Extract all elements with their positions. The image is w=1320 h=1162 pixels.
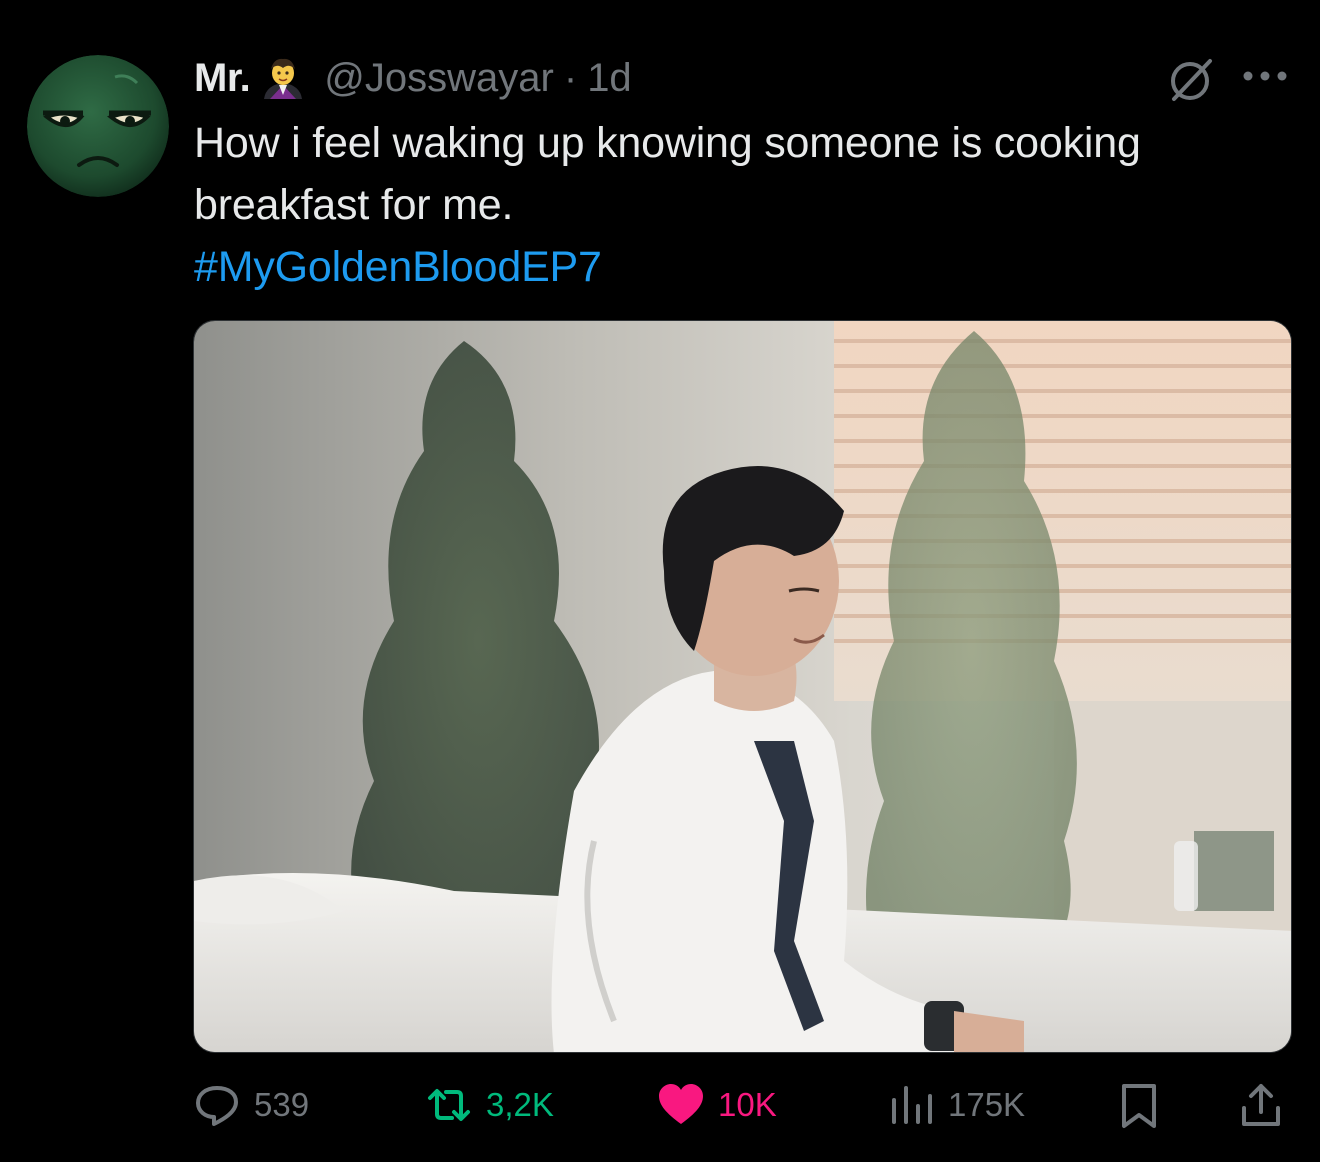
avatar[interactable] <box>27 55 169 197</box>
display-name[interactable]: Mr. <box>194 50 251 106</box>
tweet-header: Mr. @Josswayar · 1d <box>194 50 632 106</box>
vampire-emoji-icon <box>260 55 306 101</box>
action-bar: 539 3,2K 10K 175K <box>0 1070 1320 1140</box>
retweet-button[interactable]: 3,2K <box>424 1070 554 1140</box>
views-button[interactable]: 175K <box>886 1070 1025 1140</box>
more-icon[interactable] <box>1240 66 1290 86</box>
tweet-timestamp[interactable]: 1d <box>587 50 632 106</box>
like-button[interactable]: 10K <box>656 1070 777 1140</box>
reply-count: 539 <box>254 1086 310 1123</box>
tweet-media[interactable] <box>193 320 1292 1053</box>
reply-icon <box>192 1080 242 1130</box>
tweet-text: How i feel waking up knowing someone is … <box>194 119 1141 229</box>
retweet-count: 3,2K <box>486 1086 554 1123</box>
hashtag-link[interactable]: #MyGoldenBloodEP7 <box>194 236 602 298</box>
share-button[interactable] <box>1236 1070 1286 1140</box>
retweet-icon <box>424 1080 474 1130</box>
bookmark-icon <box>1114 1080 1164 1130</box>
like-count: 10K <box>718 1086 777 1123</box>
author-handle[interactable]: @Josswayar <box>324 50 554 106</box>
bookmark-button[interactable] <box>1114 1070 1164 1140</box>
views-count: 175K <box>948 1086 1026 1123</box>
avatar-image <box>27 55 169 197</box>
heart-icon <box>656 1080 706 1130</box>
views-icon <box>886 1080 936 1130</box>
reply-button[interactable]: 539 <box>192 1070 309 1140</box>
grok-icon[interactable] <box>1166 57 1216 103</box>
media-photo <box>194 321 1291 1052</box>
share-icon <box>1236 1080 1286 1130</box>
separator-dot: · <box>563 56 578 100</box>
